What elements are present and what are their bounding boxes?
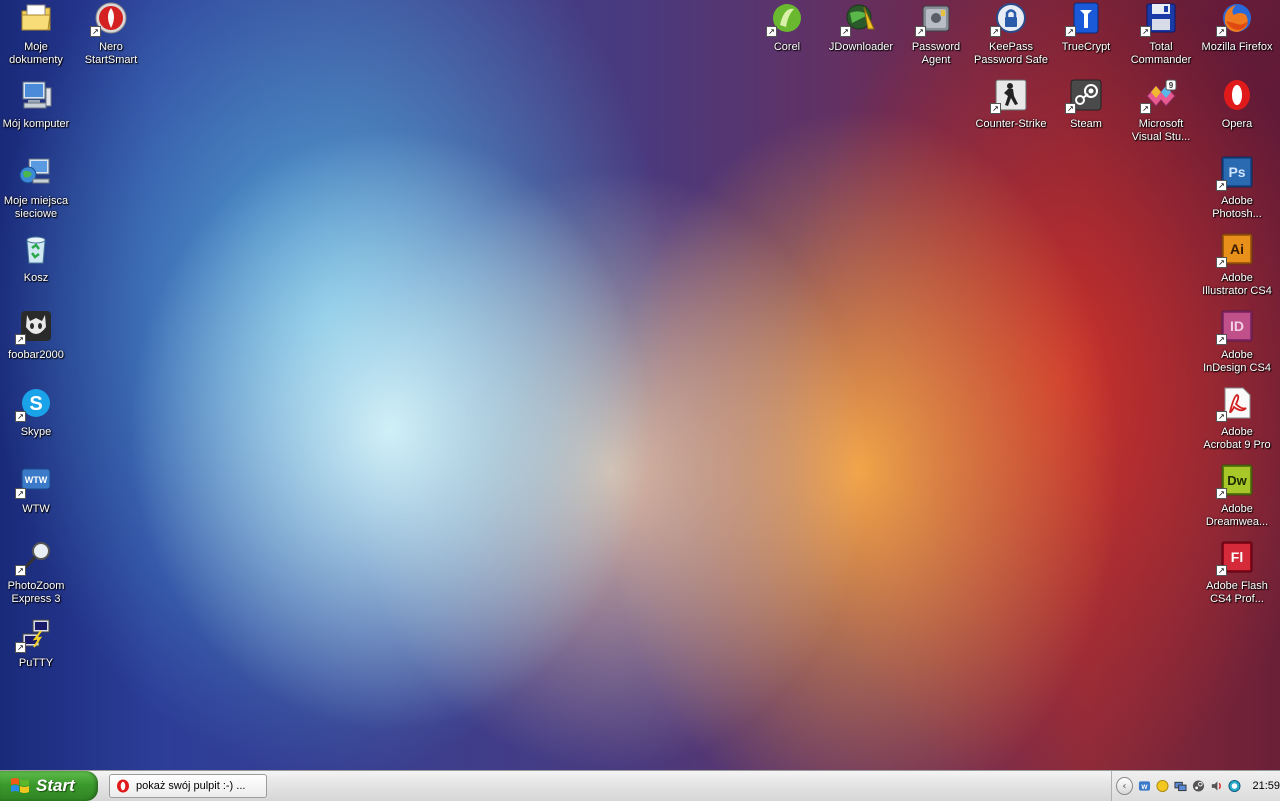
desktop-icon-foobar2000[interactable]: ↗ foobar2000	[0, 309, 74, 362]
photoshop-icon: Ps ↗	[1216, 155, 1254, 191]
photozoom-icon: ↗	[15, 540, 53, 576]
desktop-icon-skype[interactable]: S ↗ Skype	[0, 386, 74, 439]
documents-folder-icon	[19, 1, 53, 35]
clock[interactable]: 21:59	[1253, 780, 1280, 792]
taskbar: Start pokaż swój pulpit :-) ... ‹ W 21:5…	[0, 770, 1280, 801]
taskbar-button-label: pokaż swój pulpit :-) ...	[136, 780, 246, 792]
desktop-icon-dreamweaver[interactable]: Dw ↗ Adobe Dreamwea...	[1199, 463, 1275, 529]
opera-icon	[117, 779, 129, 793]
desktop-icon-visual-studio[interactable]: 9 ↗ Microsoft Visual Stu...	[1123, 78, 1199, 144]
password-agent-icon: ↗	[915, 1, 953, 37]
jdownloader-icon: ↗	[840, 1, 878, 37]
desktop-icon-counter-strike[interactable]: ↗ Counter-Strike	[973, 78, 1049, 131]
svg-text:9: 9	[1169, 81, 1174, 90]
start-button[interactable]: Start	[0, 771, 98, 801]
desktop-icon-jdownloader[interactable]: ↗ JDownloader	[823, 1, 899, 54]
desktop-icon-recycle-bin[interactable]: Kosz	[0, 232, 74, 285]
desktop-icon-firefox[interactable]: ↗ Mozilla Firefox	[1199, 1, 1275, 54]
system-tray: ‹ W 21:59	[1111, 771, 1280, 801]
opera-icon	[1220, 78, 1254, 112]
computer-icon	[19, 78, 53, 112]
desktop-icon-truecrypt[interactable]: ↗ TrueCrypt	[1048, 1, 1124, 54]
firefox-icon: ↗	[1216, 1, 1254, 37]
desktop-icon-photoshop[interactable]: Ps ↗ Adobe Photosh...	[1199, 155, 1275, 221]
svg-text:WTW: WTW	[25, 475, 48, 485]
desktop-icon-password-agent[interactable]: ↗ Password Agent	[898, 1, 974, 67]
svg-text:Fl: Fl	[1231, 549, 1243, 565]
svg-text:ID: ID	[1230, 318, 1244, 334]
desktop-icon-steam[interactable]: ↗ Steam	[1048, 78, 1124, 131]
desktop-icon-wtw[interactable]: WTW ↗ WTW	[0, 463, 74, 516]
windows-logo-icon	[11, 778, 29, 793]
desktop-icon-my-computer[interactable]: Mój komputer	[0, 78, 74, 131]
desktop[interactable]: Moje dokumenty Mój komputer Moje miejsca…	[0, 0, 1280, 770]
recycle-bin-icon	[19, 232, 53, 266]
illustrator-icon: Ai ↗	[1216, 232, 1254, 268]
acrobat-icon: ↗	[1216, 386, 1254, 422]
truecrypt-icon: ↗	[1065, 1, 1103, 37]
flash-icon: Fl ↗	[1216, 540, 1254, 576]
messenger-tray-icon[interactable]	[1156, 779, 1169, 793]
total-commander-icon: ↗	[1140, 1, 1178, 37]
dreamweaver-icon: Dw ↗	[1216, 463, 1254, 499]
svg-text:Ai: Ai	[1230, 241, 1244, 257]
svg-text:W: W	[1141, 784, 1148, 791]
network-tray-icon[interactable]	[1174, 779, 1187, 793]
nero-icon: ↗	[90, 1, 128, 37]
desktop-icon-acrobat[interactable]: ↗ Adobe Acrobat 9 Pro	[1199, 386, 1275, 452]
desktop-icon-illustrator[interactable]: Ai ↗ Adobe Illustrator CS4	[1199, 232, 1275, 298]
svg-text:Dw: Dw	[1227, 473, 1247, 488]
wtw-icon: WTW ↗	[15, 463, 53, 499]
desktop-icon-keepass[interactable]: ↗ KeePass Password Safe	[973, 1, 1049, 67]
desktop-icon-putty[interactable]: ↗ PuTTY	[0, 617, 74, 670]
visual-studio-icon: 9 ↗	[1140, 78, 1178, 114]
desktop-icon-indesign[interactable]: ID ↗ Adobe InDesign CS4	[1199, 309, 1275, 375]
desktop-icon-network-places[interactable]: Moje miejsca sieciowe	[0, 155, 74, 221]
desktop-icon-opera[interactable]: Opera	[1199, 78, 1275, 131]
volume-tray-icon[interactable]	[1210, 779, 1223, 793]
skype-icon: S ↗	[15, 386, 53, 422]
svg-text:Ps: Ps	[1228, 164, 1245, 180]
tray-chevron-icon[interactable]: ‹	[1116, 777, 1133, 795]
start-label: Start	[36, 776, 75, 795]
desktop-icon-corel[interactable]: ↗ Corel	[749, 1, 825, 54]
network-places-icon	[19, 155, 53, 189]
corel-icon: ↗	[766, 1, 804, 37]
desktop-icon-flash[interactable]: Fl ↗ Adobe Flash CS4 Prof...	[1199, 540, 1275, 606]
counter-strike-icon: ↗	[990, 78, 1028, 114]
foobar2000-icon: ↗	[15, 309, 53, 345]
taskbar-button-opera[interactable]: pokaż swój pulpit :-) ...	[109, 774, 267, 798]
desktop-icon-my-documents[interactable]: Moje dokumenty	[0, 1, 74, 67]
desktop-icon-nero[interactable]: ↗ Nero StartSmart	[73, 1, 149, 67]
steam-tray-icon[interactable]	[1192, 779, 1205, 793]
indesign-icon: ID ↗	[1216, 309, 1254, 345]
update-tray-icon[interactable]	[1228, 779, 1241, 793]
svg-text:S: S	[29, 393, 42, 415]
wtw-tray-icon[interactable]: W	[1138, 779, 1151, 793]
desktop-icon-photozoom[interactable]: ↗ PhotoZoom Express 3	[0, 540, 74, 606]
keepass-icon: ↗	[990, 1, 1028, 37]
desktop-icon-total-commander[interactable]: ↗ Total Commander	[1123, 1, 1199, 67]
putty-icon: ↗	[15, 617, 53, 653]
steam-icon: ↗	[1065, 78, 1103, 114]
